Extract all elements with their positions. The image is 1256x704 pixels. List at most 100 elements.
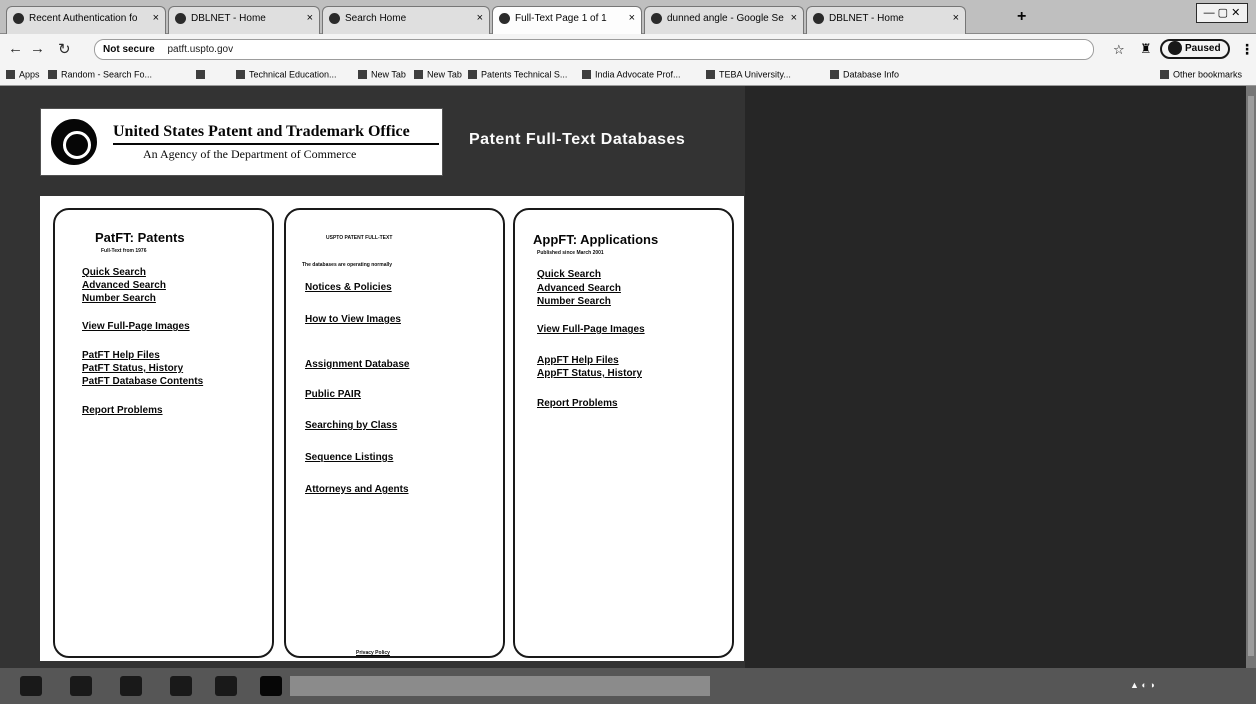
close-icon[interactable]: × bbox=[791, 12, 797, 24]
bookmark-icon bbox=[830, 70, 839, 80]
menu-kebab-icon[interactable]: ⋮ bbox=[1240, 41, 1254, 58]
os-taskbar: ▲ ◐ ◑ bbox=[0, 668, 1256, 704]
other-bookmarks[interactable]: Other bookmarks bbox=[1160, 69, 1242, 80]
appft-title: AppFT: Applications bbox=[533, 232, 659, 247]
extension-icon[interactable]: ♜ bbox=[1140, 41, 1152, 57]
page-background bbox=[745, 86, 1256, 668]
content-panel: PatFT: Patents Full-Text from 1976 Quick… bbox=[40, 196, 744, 661]
org-subtitle: An Agency of the Department of Commerce bbox=[143, 147, 357, 161]
vertical-scrollbar[interactable] bbox=[1246, 86, 1256, 668]
close-icon[interactable]: × bbox=[153, 12, 159, 24]
patft-number-search-link[interactable]: Number Search bbox=[82, 293, 156, 304]
apps-grid-icon bbox=[6, 70, 15, 80]
uspto-seal-icon bbox=[51, 119, 97, 165]
public-pair-link[interactable]: Public PAIR bbox=[305, 389, 361, 400]
browser-tab-active[interactable]: Full-Text Page 1 of 1 × bbox=[492, 6, 642, 34]
org-title: United States Patent and Trademark Offic… bbox=[113, 123, 439, 145]
bookmark-icon bbox=[468, 70, 477, 80]
bookmark-item[interactable]: TEBA University... bbox=[706, 69, 791, 80]
patft-status-history-link[interactable]: PatFT Status, History bbox=[82, 363, 183, 374]
patft-advanced-search-link[interactable]: Advanced Search bbox=[82, 280, 166, 291]
page-title: Patent Full-Text Databases bbox=[469, 131, 686, 148]
bookmark-item[interactable] bbox=[196, 69, 209, 80]
close-icon[interactable]: × bbox=[307, 12, 313, 24]
browser-tab[interactable]: Search Home × bbox=[322, 6, 490, 34]
app-icon[interactable] bbox=[215, 676, 237, 696]
appft-help-files-link[interactable]: AppFT Help Files bbox=[537, 355, 619, 366]
url-text: patft.uspto.gov bbox=[167, 44, 234, 55]
not-secure-label[interactable]: Not secure bbox=[103, 44, 155, 55]
file-explorer-icon[interactable] bbox=[120, 676, 142, 696]
attorneys-agents-link[interactable]: Attorneys and Agents bbox=[305, 484, 409, 495]
browser-tab[interactable]: DBLNET - Home × bbox=[168, 6, 320, 34]
close-icon[interactable]: × bbox=[477, 12, 483, 24]
appft-view-images-link[interactable]: View Full-Page Images bbox=[537, 324, 645, 335]
close-icon[interactable]: × bbox=[953, 12, 959, 24]
tab-favicon-icon bbox=[175, 13, 186, 24]
bookmark-icon bbox=[48, 70, 57, 80]
chrome-icon[interactable] bbox=[260, 676, 282, 696]
patft-help-files-link[interactable]: PatFT Help Files bbox=[82, 350, 160, 361]
bookmark-icon bbox=[414, 70, 423, 80]
appft-quick-search-link[interactable]: Quick Search bbox=[537, 269, 601, 280]
window-controls[interactable]: — ▢ ✕ bbox=[1196, 3, 1248, 23]
reload-icon[interactable]: ↻ bbox=[58, 40, 71, 58]
mail-icon[interactable] bbox=[170, 676, 192, 696]
bookmark-icon bbox=[358, 70, 367, 80]
appft-subtitle: Published since March 2001 bbox=[537, 250, 604, 256]
tab-favicon-icon bbox=[813, 13, 824, 24]
system-tray[interactable]: ▲ ◐ ◑ bbox=[1130, 680, 1155, 690]
searching-by-class-link[interactable]: Searching by Class bbox=[305, 420, 397, 431]
appft-report-problems-link[interactable]: Report Problems bbox=[537, 398, 618, 409]
center-heading: USPTO PATENT FULL-TEXT bbox=[326, 235, 393, 241]
search-icon bbox=[329, 13, 340, 24]
start-icon[interactable] bbox=[20, 676, 42, 696]
appft-number-search-link[interactable]: Number Search bbox=[537, 296, 611, 307]
notices-policies-link[interactable]: Notices & Policies bbox=[305, 282, 392, 293]
center-column: USPTO PATENT FULL-TEXT The databases are… bbox=[284, 208, 505, 658]
appft-column: AppFT: Applications Published since Marc… bbox=[513, 208, 734, 658]
bookmark-icon bbox=[706, 70, 715, 80]
back-icon[interactable]: ← bbox=[8, 40, 23, 57]
patft-report-problems-link[interactable]: Report Problems bbox=[82, 405, 163, 416]
patft-quick-search-link[interactable]: Quick Search bbox=[82, 267, 146, 278]
taskview-icon[interactable] bbox=[70, 676, 92, 696]
assignment-database-link[interactable]: Assignment Database bbox=[305, 359, 409, 370]
bookmark-item[interactable]: Apps bbox=[6, 69, 40, 80]
address-bar[interactable]: Not secure patft.uspto.gov bbox=[94, 39, 1094, 60]
bookmarks-bar: Apps Random - Search Fo... Technical Edu… bbox=[0, 64, 1256, 86]
new-tab-icon[interactable]: + bbox=[1017, 8, 1026, 26]
bookmark-item[interactable]: Patents Technical S... bbox=[468, 69, 567, 80]
bookmark-item[interactable]: New Tab bbox=[358, 69, 406, 80]
tab-favicon-icon bbox=[13, 13, 24, 24]
bookmark-item[interactable]: New Tab bbox=[414, 69, 462, 80]
view-images-help-link[interactable]: How to View Images bbox=[305, 314, 401, 325]
patft-subtitle: Full-Text from 1976 bbox=[101, 248, 147, 254]
bookmark-item[interactable]: Database Info bbox=[830, 69, 899, 80]
browser-tab[interactable]: DBLNET - Home × bbox=[806, 6, 966, 34]
browser-toolbar: ← → ↻ Not secure patft.uspto.gov ☆ ♜ Pau… bbox=[0, 34, 1256, 64]
patft-database-contents-link[interactable]: PatFT Database Contents bbox=[82, 376, 203, 387]
folder-icon bbox=[1160, 70, 1169, 80]
patft-column: PatFT: Patents Full-Text from 1976 Quick… bbox=[53, 208, 274, 658]
taskbar-search[interactable] bbox=[290, 676, 710, 696]
tab-strip: Recent Authentication fo × DBLNET - Home ×… bbox=[0, 0, 1256, 34]
close-icon[interactable]: × bbox=[629, 12, 635, 24]
status-note: The databases are operating normally bbox=[302, 262, 393, 268]
forward-icon[interactable]: → bbox=[30, 40, 45, 57]
appft-advanced-search-link[interactable]: Advanced Search bbox=[537, 283, 621, 294]
appft-status-history-link[interactable]: AppFT Status, History bbox=[537, 368, 642, 379]
bookmark-item[interactable]: India Advocate Prof... bbox=[582, 69, 681, 80]
sequence-listings-link[interactable]: Sequence Listings bbox=[305, 452, 393, 463]
scrollbar-thumb[interactable] bbox=[1248, 96, 1254, 656]
tab-favicon-icon bbox=[499, 13, 510, 24]
patft-view-images-link[interactable]: View Full-Page Images bbox=[82, 321, 190, 332]
bookmark-item[interactable]: Random - Search Fo... bbox=[48, 69, 152, 80]
bookmark-item[interactable]: Technical Education... bbox=[236, 69, 337, 80]
bookmark-star-icon[interactable]: ☆ bbox=[1113, 42, 1125, 58]
browser-tab[interactable]: dunned angle - Google Se × bbox=[644, 6, 804, 34]
profile-button[interactable]: Paused bbox=[1160, 39, 1230, 59]
uspto-logo-banner: United States Patent and Trademark Offic… bbox=[40, 108, 443, 176]
privacy-policy-link[interactable]: Privacy Policy bbox=[356, 650, 390, 656]
browser-tab[interactable]: Recent Authentication fo × bbox=[6, 6, 166, 34]
